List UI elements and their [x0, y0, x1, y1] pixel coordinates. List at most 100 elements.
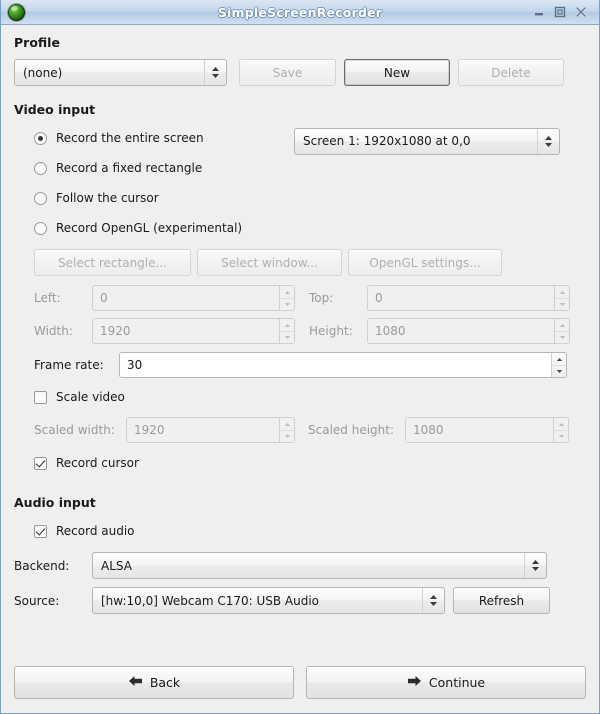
profile-combo[interactable]: (none) — [14, 59, 227, 86]
refresh-button-label: Refresh — [479, 594, 524, 608]
save-button-label: Save — [273, 66, 302, 80]
spinner-arrows[interactable] — [279, 418, 294, 442]
title-bar[interactable]: SimpleScreenRecorder — [1, 0, 599, 25]
spin-up-icon[interactable] — [555, 286, 569, 298]
frame-rate-label: Frame rate: — [34, 358, 119, 372]
spin-down-icon[interactable] — [555, 298, 569, 310]
audio-input-group-title: Audio input — [14, 495, 586, 510]
radio-record-fixed-rectangle[interactable]: Record a fixed rectangle — [34, 156, 586, 180]
spin-up-icon[interactable] — [280, 319, 294, 331]
scale-video-checkbox-row[interactable]: Scale video — [34, 385, 586, 409]
maximize-icon[interactable] — [553, 5, 567, 19]
selection-buttons-row: Select rectangle... Select window... Ope… — [34, 249, 586, 276]
width-spinbox[interactable]: 1920 — [92, 318, 295, 344]
spin-up-icon[interactable] — [555, 319, 569, 331]
arrow-left-icon — [128, 675, 143, 690]
radio-record-opengl[interactable]: Record OpenGL (experimental) — [34, 216, 586, 240]
spinner-arrows[interactable] — [279, 319, 294, 343]
radio-label: Record the entire screen — [56, 131, 204, 145]
delete-button[interactable]: Delete — [458, 59, 564, 86]
record-cursor-label: Record cursor — [56, 456, 139, 470]
globe-icon — [8, 4, 25, 21]
checkbox-icon — [34, 391, 47, 404]
spinner-arrows[interactable] — [554, 319, 569, 343]
spin-down-icon[interactable] — [280, 430, 294, 442]
left-top-row: Left: 0 Top: 0 — [34, 285, 586, 311]
spinner-arrows[interactable] — [554, 286, 569, 310]
opengl-settings-button[interactable]: OpenGL settings... — [348, 249, 502, 276]
screen-select-combo[interactable]: Screen 1: 1920x1080 at 0,0 — [294, 128, 560, 155]
spin-up-icon[interactable] — [280, 286, 294, 298]
radio-follow-the-cursor[interactable]: Follow the cursor — [34, 186, 586, 210]
top-label: Top: — [309, 291, 367, 305]
spin-down-icon[interactable] — [280, 298, 294, 310]
backend-combo[interactable]: ALSA — [92, 552, 547, 579]
backend-row: Backend: ALSA — [14, 552, 586, 579]
width-value: 1920 — [93, 319, 279, 343]
scaled-height-label: Scaled height: — [308, 423, 405, 437]
source-value: [hw:10,0] Webcam C170: USB Audio — [93, 594, 422, 608]
select-rectangle-label: Select rectangle... — [58, 256, 167, 270]
checkbox-icon — [34, 457, 47, 470]
profile-combo-value: (none) — [15, 66, 204, 80]
select-window-label: Select window... — [221, 256, 318, 270]
radio-label: Record OpenGL (experimental) — [56, 221, 242, 235]
new-button[interactable]: New — [344, 59, 450, 86]
source-label: Source: — [14, 594, 92, 608]
scaled-width-label: Scaled width: — [34, 423, 126, 437]
save-button[interactable]: Save — [239, 59, 336, 86]
audio-options: Record audio Backend: ALSA Source: — [14, 519, 586, 614]
minimize-icon[interactable] — [532, 5, 546, 19]
select-rectangle-button[interactable]: Select rectangle... — [34, 249, 191, 276]
height-spinbox[interactable]: 1080 — [367, 318, 570, 344]
opengl-settings-label: OpenGL settings... — [369, 256, 480, 270]
close-icon[interactable] — [574, 5, 588, 19]
navigation-bar: Back Continue — [1, 660, 599, 713]
spin-up-icon[interactable] — [552, 353, 566, 365]
frame-rate-row: Frame rate: 30 — [34, 352, 586, 378]
backend-label: Backend: — [14, 559, 92, 573]
spinner-arrows[interactable] — [279, 286, 294, 310]
window-controls — [532, 5, 595, 19]
radio-label: Follow the cursor — [56, 191, 159, 205]
settings-content: Profile (none) Save New Delete — [1, 25, 599, 660]
top-spinbox[interactable]: 0 — [367, 285, 570, 311]
back-button[interactable]: Back — [14, 666, 294, 699]
scale-video-label: Scale video — [56, 390, 125, 404]
scaled-height-spinbox[interactable]: 1080 — [405, 417, 569, 443]
width-height-row: Width: 1920 Height: 1080 — [34, 318, 586, 344]
frame-rate-spinbox[interactable]: 30 — [119, 352, 567, 378]
radio-icon — [34, 222, 47, 235]
source-combo[interactable]: [hw:10,0] Webcam C170: USB Audio — [92, 587, 445, 614]
spin-up-icon[interactable] — [554, 418, 568, 430]
spinner-arrows[interactable] — [553, 418, 568, 442]
video-options: Record the entire screen Screen 1: 1920x… — [14, 126, 586, 475]
record-cursor-checkbox-row[interactable]: Record cursor — [34, 451, 586, 475]
continue-button-label: Continue — [429, 675, 485, 690]
select-window-button[interactable]: Select window... — [197, 249, 342, 276]
radio-label: Record a fixed rectangle — [56, 161, 202, 175]
spin-down-icon[interactable] — [555, 331, 569, 343]
continue-button[interactable]: Continue — [306, 666, 586, 699]
backend-value: ALSA — [93, 559, 524, 573]
left-spinbox[interactable]: 0 — [92, 285, 295, 311]
height-label: Height: — [309, 324, 367, 338]
scaled-width-spinbox[interactable]: 1920 — [126, 417, 295, 443]
spinner-arrows[interactable] — [551, 353, 566, 377]
chevron-updown-icon — [537, 129, 559, 154]
scaled-height-value: 1080 — [406, 418, 553, 442]
profile-row: (none) Save New Delete — [14, 59, 586, 86]
spin-down-icon[interactable] — [554, 430, 568, 442]
spin-down-icon[interactable] — [280, 331, 294, 343]
top-value: 0 — [368, 286, 554, 310]
radio-icon — [34, 132, 47, 145]
radio-record-entire-screen[interactable]: Record the entire screen — [34, 126, 294, 150]
checkbox-icon — [34, 525, 47, 538]
refresh-button[interactable]: Refresh — [453, 587, 550, 614]
record-audio-checkbox-row[interactable]: Record audio — [34, 519, 586, 543]
window-title: SimpleScreenRecorder — [1, 5, 599, 20]
spin-up-icon[interactable] — [280, 418, 294, 430]
application-window: SimpleScreenRecorder — [0, 0, 600, 714]
radio-icon — [34, 192, 47, 205]
spin-down-icon[interactable] — [552, 365, 566, 377]
